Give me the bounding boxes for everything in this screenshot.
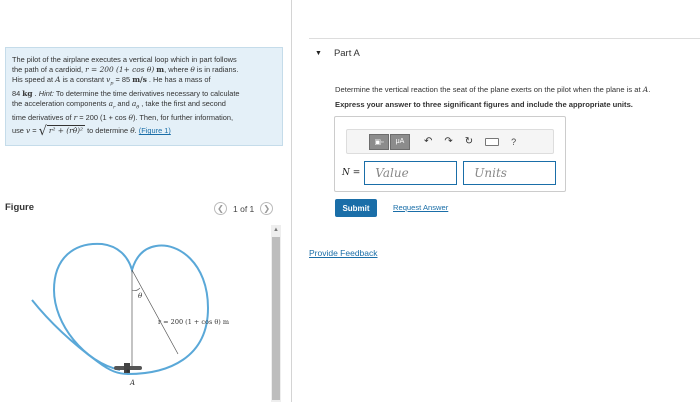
point-a-label: A	[129, 379, 135, 387]
answer-row: N = Value Units	[342, 161, 557, 185]
part-title: Part A	[333, 48, 360, 59]
question-line-2: Express your answer to three significant…	[335, 100, 633, 109]
provide-feedback-link[interactable]: Provide Feedback	[309, 248, 378, 258]
undo-icon[interactable]: ↶	[424, 136, 432, 147]
keyboard-icon[interactable]	[485, 137, 500, 146]
theta-label: θ	[138, 292, 143, 300]
figure-pager: ❮ 1 of 1 ❯	[214, 202, 274, 215]
units-input[interactable]: Units	[463, 161, 557, 185]
chevron-left-icon: ❮	[217, 204, 224, 213]
chevron-right-icon: ❯	[263, 204, 271, 213]
submit-button[interactable]: Submit	[335, 199, 377, 217]
right-panel: ▼ Part A Determine the vertical reaction…	[292, 0, 700, 402]
next-figure-button[interactable]: ❯	[260, 202, 274, 215]
template-button[interactable]: ▣▫	[369, 133, 389, 150]
units-icon: μA	[395, 138, 405, 145]
scroll-up-icon[interactable]: ▲	[271, 225, 281, 235]
problem-line-5: the acceleration components ar and aθ , …	[12, 99, 226, 111]
r-equation-label: r = 200 (1 + cos θ) m	[158, 318, 229, 326]
angle-arc	[131, 287, 141, 291]
problem-line-2: the path of a cardioid, r = 200 (1+ cos …	[12, 65, 239, 75]
figure-heading: Figure	[5, 202, 35, 213]
math-toolbar: ▣▫ μA ↶ ↷ ↻ ?	[346, 129, 554, 154]
figure-scrollbar[interactable]: ▲	[271, 225, 281, 402]
figure-image: θ r = 200 (1 + cos θ) m A	[18, 228, 268, 402]
caret-down-icon[interactable]: ▼	[315, 50, 322, 57]
help-icon[interactable]: ?	[511, 137, 516, 147]
n-label: N =	[342, 168, 361, 178]
problem-line-7: use v = √ r² + (rθ̇)² to determine θ̇. (F…	[12, 124, 171, 140]
question-text: Determine the vertical reaction the seat…	[335, 82, 650, 112]
redo-icon[interactable]: ↷	[444, 136, 452, 147]
figure-link[interactable]: (Figure 1)	[139, 126, 171, 135]
question-line-1: Determine the vertical reaction the seat…	[335, 85, 651, 94]
answer-box: ▣▫ μA ↶ ↷ ↻ ? N = Value Units	[334, 116, 566, 192]
pager-text: 1 of 1	[233, 203, 255, 214]
left-panel: The pilot of the airplane executes a ver…	[0, 0, 292, 402]
problem-line-1: The pilot of the airplane executes a ver…	[12, 55, 237, 64]
problem-line-3: His speed at A is a constant vp = 85 m/s…	[12, 75, 211, 87]
airplane-icon	[114, 363, 142, 373]
sqrt-symbol: √	[38, 124, 47, 140]
units-button[interactable]: μA	[390, 133, 410, 150]
prev-figure-button[interactable]: ❮	[214, 202, 227, 215]
part-a-header[interactable]: ▼ Part A	[309, 38, 700, 68]
request-answer-link[interactable]: Request Answer	[393, 203, 448, 212]
reset-icon[interactable]: ↻	[465, 136, 473, 147]
template-icon: ▣▫	[374, 138, 384, 146]
problem-line-6: time derivatives of r = 200 (1 + cos θ).…	[12, 112, 234, 122]
cardioid-curve	[31, 242, 210, 376]
scrollbar-thumb[interactable]	[272, 237, 280, 400]
radius-line	[131, 269, 179, 355]
problem-line-4: 84 kg . Hint: To determine the time deri…	[12, 89, 240, 99]
cardioid-diagram: θ r = 200 (1 + cos θ) m A	[31, 242, 229, 387]
value-input[interactable]: Value	[364, 161, 458, 185]
problem-statement: The pilot of the airplane executes a ver…	[5, 47, 283, 146]
